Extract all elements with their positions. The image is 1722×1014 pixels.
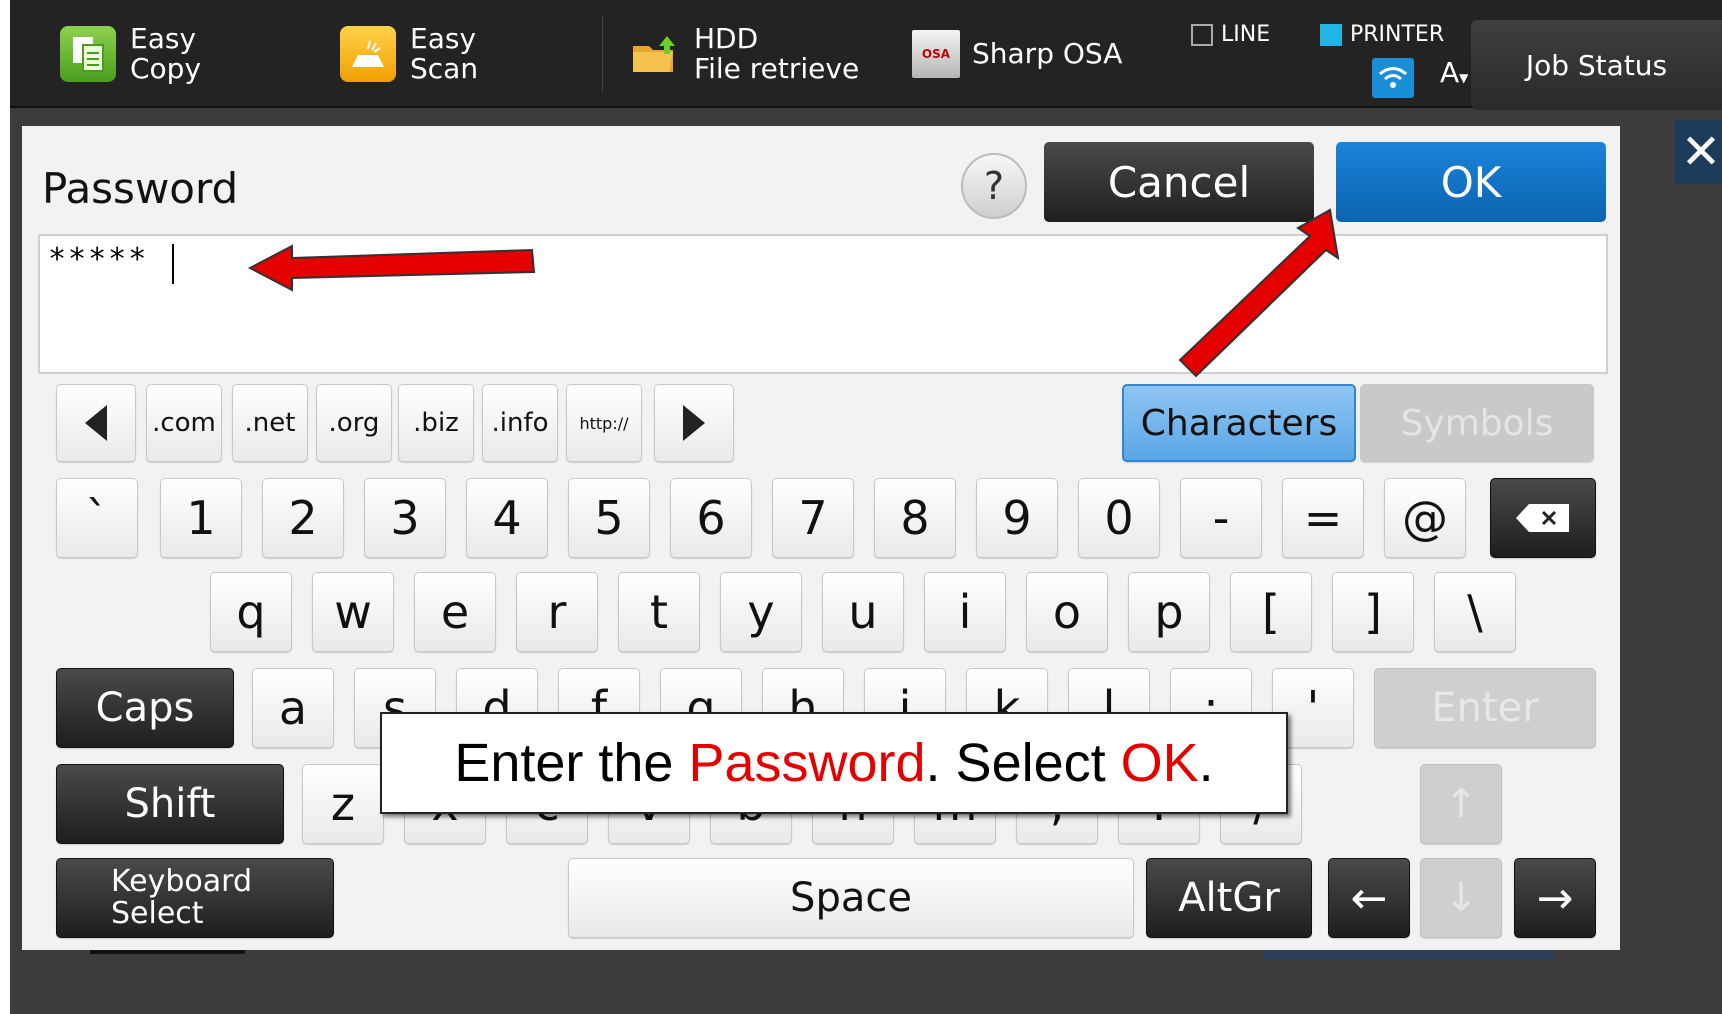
callout-text: Enter the <box>454 733 689 793</box>
callout-text: . <box>1198 733 1214 793</box>
callout-text: . Select <box>925 733 1121 793</box>
red-arrow-to-ok <box>1178 208 1340 378</box>
callout-highlight-ok: OK <box>1120 733 1199 793</box>
instruction-callout: Enter the Password. Select OK. <box>380 712 1288 814</box>
red-arrow-to-password <box>247 244 536 292</box>
device-screen: Easy Copy Easy Scan HDD File retrieve OS… <box>10 0 1722 1014</box>
callout-highlight-password: Password <box>688 733 926 793</box>
annotation-arrows <box>247 208 1340 378</box>
